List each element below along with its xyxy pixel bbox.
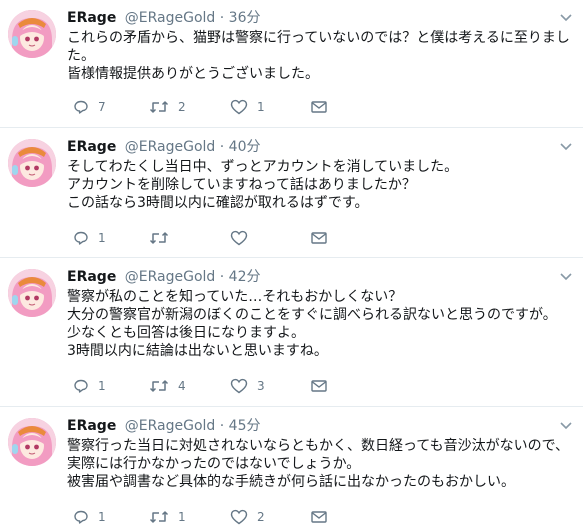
tweet-text: そしてわたくし当日中、ずっとアカウントを消していました。 アカウントを削除してい… — [67, 158, 577, 212]
retweet-count: 1 — [178, 510, 186, 524]
tweet-line: 大分の警察官が新潟のぼくのことをすぐに調べられる訳ないと思うのですが。 — [67, 307, 557, 323]
tweet-line: 実際には行かなかったのではないでしょうか。 — [67, 456, 361, 472]
tweet-line: アカウントを削除していますねって話はありましたか？ — [67, 177, 416, 193]
reply-button[interactable]: 1 — [73, 507, 106, 527]
like-count: 2 — [257, 510, 265, 524]
user-handle[interactable]: @ERageGold — [125, 139, 216, 155]
like-count: 3 — [257, 379, 265, 393]
reply-icon — [74, 379, 88, 393]
display-name[interactable]: ERage — [67, 139, 116, 155]
tweet-text: これらの矛盾から、猫野は警察に行っていないのでは？と僕は考えるに至りまし た。 … — [67, 29, 577, 83]
tweet-header: ERage @ERageGold · 45分 — [67, 417, 261, 435]
timestamp[interactable]: 45分 — [229, 418, 261, 434]
tweet-line: た。 — [67, 48, 95, 64]
tweet[interactable]: ERage @ERageGold · 42分 警察が私のことを知っていた…それも… — [0, 259, 583, 407]
reply-icon — [74, 100, 88, 114]
tweet[interactable]: ERage @ERageGold · 45分 警察行った当日に対処されないならと… — [0, 408, 583, 528]
chevron-down-icon[interactable] — [559, 271, 573, 281]
display-name[interactable]: ERage — [67, 10, 116, 26]
tweet-line: 少なくとも回答は後日になりますよ。 — [67, 325, 305, 341]
avatar[interactable] — [8, 269, 56, 317]
reply-count: 1 — [98, 231, 106, 245]
tweet-line: これらの矛盾から、猫野は警察に行っていないのでは？と僕は考えるに至りまし — [67, 30, 570, 46]
retweet-icon — [149, 511, 169, 523]
separator-dot: · — [219, 269, 225, 285]
heart-icon — [230, 509, 248, 525]
tweet-header: ERage @ERageGold · 40分 — [67, 138, 261, 156]
display-name[interactable]: ERage — [67, 418, 116, 434]
tweet[interactable]: ERage @ERageGold · 40分 そしてわたくし当日中、ずっとアカウ… — [0, 129, 583, 258]
like-button[interactable]: 3 — [230, 376, 265, 396]
user-handle[interactable]: @ERageGold — [125, 10, 216, 26]
tweet-actions: 1 4 3 — [67, 376, 347, 396]
chevron-down-icon[interactable] — [559, 141, 573, 151]
display-name[interactable]: ERage — [67, 269, 116, 285]
timestamp[interactable]: 36分 — [229, 10, 261, 26]
dm-button[interactable] — [311, 97, 327, 117]
reply-button[interactable]: 1 — [73, 228, 106, 248]
like-count: 1 — [257, 100, 265, 114]
dm-button[interactable] — [311, 507, 327, 527]
separator-dot: · — [219, 10, 225, 26]
retweet-icon — [149, 380, 169, 392]
retweet-count: 4 — [178, 379, 186, 393]
reply-icon — [74, 231, 88, 245]
dm-button[interactable] — [311, 228, 327, 248]
envelope-icon — [311, 511, 327, 523]
tweet-actions: 1 — [67, 228, 347, 248]
envelope-icon — [311, 101, 327, 113]
reply-count: 1 — [98, 510, 106, 524]
avatar[interactable] — [8, 418, 56, 466]
avatar[interactable] — [8, 139, 56, 187]
heart-icon — [230, 99, 248, 115]
separator-dot: · — [219, 418, 225, 434]
retweet-count: 2 — [178, 100, 186, 114]
dm-button[interactable] — [311, 376, 327, 396]
timestamp[interactable]: 40分 — [229, 139, 261, 155]
tweet-header: ERage @ERageGold · 42分 — [67, 268, 261, 286]
retweet-button[interactable]: 4 — [149, 376, 186, 396]
retweet-button[interactable]: 1 — [149, 507, 186, 527]
avatar[interactable] — [8, 10, 56, 58]
tweet-header: ERage @ERageGold · 36分 — [67, 9, 261, 27]
envelope-icon — [311, 232, 327, 244]
tweet-line: 警察が私のことを知っていた…それもおかしくない？ — [67, 289, 403, 305]
tweet-line: そしてわたくし当日中、ずっとアカウントを消していました。 — [67, 159, 459, 175]
like-button[interactable] — [230, 228, 257, 248]
like-button[interactable]: 1 — [230, 97, 265, 117]
tweet-text: 警察行った当日に対処されないならともかく、数日経っても音沙汰がないので、 実際に… — [67, 437, 577, 491]
tweet-text: 警察が私のことを知っていた…それもおかしくない？ 大分の警察官が新潟のぼくのこと… — [67, 288, 577, 360]
tweet-actions: 1 1 2 — [67, 507, 347, 527]
tweet-line: この話なら3時間以内に確認が取れるはずです。 — [67, 195, 369, 211]
chevron-down-icon[interactable] — [559, 12, 573, 22]
heart-icon — [230, 230, 248, 246]
separator-dot: · — [219, 139, 225, 155]
chevron-down-icon[interactable] — [559, 420, 573, 430]
tweet-line: 警察行った当日に対処されないならともかく、数日経っても音沙汰がないので、 — [67, 438, 570, 454]
tweet-line: 被害届や調書など具体的な手続きが何ら話に出なかったのもおかしい。 — [67, 474, 515, 490]
reply-button[interactable]: 7 — [73, 97, 106, 117]
tweet[interactable]: ERage @ERageGold · 36分 これらの矛盾から、猫野は警察に行っ… — [0, 0, 583, 128]
user-handle[interactable]: @ERageGold — [125, 418, 216, 434]
retweet-button[interactable] — [149, 228, 178, 248]
retweet-icon — [149, 232, 169, 244]
tweet-line: 3時間以内に結論は出ないと思いますね。 — [67, 343, 328, 359]
like-button[interactable]: 2 — [230, 507, 265, 527]
user-handle[interactable]: @ERageGold — [125, 269, 216, 285]
reply-count: 1 — [98, 379, 106, 393]
reply-count: 7 — [98, 100, 106, 114]
retweet-icon — [149, 101, 169, 113]
heart-icon — [230, 378, 248, 394]
retweet-button[interactable]: 2 — [149, 97, 186, 117]
tweet-line: 皆様情報提供ありがとうございました。 — [67, 66, 319, 82]
timestamp[interactable]: 42分 — [229, 269, 261, 285]
reply-button[interactable]: 1 — [73, 376, 106, 396]
tweet-actions: 7 2 1 — [67, 97, 347, 117]
envelope-icon — [311, 380, 327, 392]
reply-icon — [74, 510, 88, 524]
